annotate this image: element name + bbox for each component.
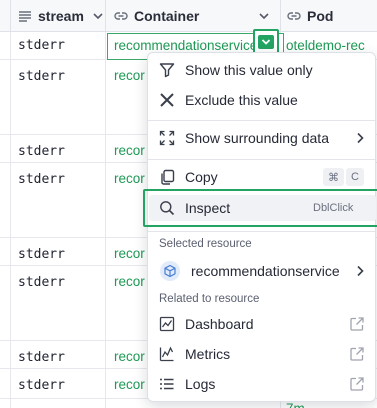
section-heading-selected-resource: Selected resource [159,238,252,250]
menu-item-label: recommendationservice [191,263,340,279]
stream-cell: stderr [18,350,65,365]
menu-item-label: Inspect [185,200,231,216]
menu-item-selected-resource[interactable]: recommendationservice [148,256,375,286]
menu-item-label: Metrics [185,346,231,362]
chevron-down-icon [258,35,274,49]
container-cell[interactable]: recor [114,349,145,364]
section-heading-related: Related to resource [159,293,260,305]
menu-item-show-only[interactable]: Show this value only [148,55,375,85]
stream-cell: stderr [18,69,65,84]
header-spacer [0,0,10,32]
column-header-stream-label: stream [38,8,84,24]
shortcut-key-cmd: ⌘ [323,168,344,186]
pod-cell[interactable]: 7m [286,401,305,408]
container-cell[interactable]: recor [114,171,145,186]
copy-icon [161,169,175,185]
cell-context-menu: Show this value only Exclude this value … [143,52,377,402]
lines-icon [19,11,31,22]
link-icon [287,12,301,20]
table-header: stream Container Pod [0,0,377,32]
stream-cell: stderr [18,38,65,53]
chevron-down-icon[interactable] [258,10,270,22]
stream-cell: stderr [18,247,65,262]
chevron-right-icon [357,132,364,144]
pod-cell[interactable]: oteldemo-rec [286,38,365,53]
chart-icon [159,316,175,332]
menu-item-label: Copy [185,169,218,185]
container-cell[interactable]: recor [114,377,145,392]
cube-icon [160,261,180,281]
external-link-icon [350,377,364,391]
chevron-down-icon[interactable] [92,10,104,22]
menu-item-metrics[interactable]: Metrics [148,339,375,369]
column-header-pod[interactable]: Pod [280,0,377,32]
container-cell[interactable]: recor [114,68,145,83]
menu-item-show-surrounding[interactable]: Show surrounding data [148,123,375,153]
stream-cell: stderr [18,275,65,290]
menu-item-copy[interactable]: Copy ⌘ C [148,162,375,192]
menu-item-exclude[interactable]: Exclude this value [148,85,375,115]
menu-item-logs[interactable]: Logs [148,369,375,399]
stream-cell: stderr [18,172,65,187]
link-icon [114,12,128,20]
external-link-icon [350,347,364,361]
menu-item-label: Show this value only [185,62,313,78]
metrics-icon [159,346,174,362]
menu-divider [148,159,375,160]
menu-divider [148,120,375,121]
external-link-icon [350,317,364,331]
container-cell[interactable]: recor [114,246,145,261]
menu-item-label: Logs [185,376,216,392]
menu-item-dashboard[interactable]: Dashboard [148,309,375,339]
shortcut-hint: DblClick [313,202,354,214]
column-header-pod-label: Pod [307,8,334,24]
x-icon [160,93,174,107]
menu-item-inspect[interactable]: Inspect DblClick [148,193,375,223]
menu-item-label: Dashboard [185,316,254,332]
menu-divider [148,231,375,232]
expand-icon [159,130,175,146]
list-icon [160,378,174,390]
shortcut-key-c: C [346,168,364,186]
stream-cell: stderr [18,378,65,393]
chevron-right-icon [357,265,364,277]
container-cell[interactable]: recor [114,274,145,289]
column-header-container[interactable]: Container [105,0,280,32]
search-icon [160,201,175,216]
column-header-stream[interactable]: stream [10,0,105,32]
container-cell[interactable]: recor [114,143,145,158]
stream-cell: stderr [18,144,65,159]
filter-icon [159,63,175,78]
menu-item-label: Exclude this value [185,92,298,108]
container-cell[interactable]: recommendationservice [114,38,257,53]
menu-item-label: Show surrounding data [185,130,329,146]
column-header-container-label: Container [134,8,200,24]
